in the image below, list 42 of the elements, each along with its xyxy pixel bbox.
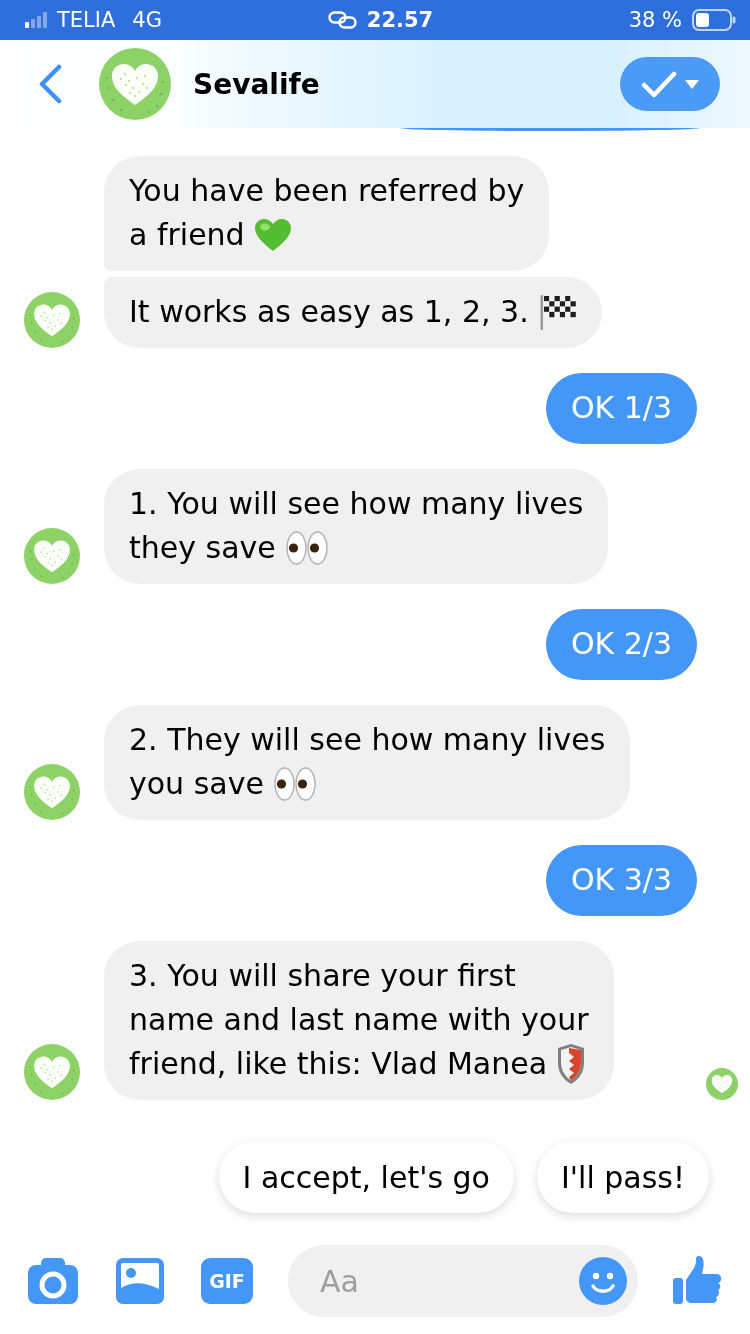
thumbs-up-icon[interactable]	[672, 1256, 722, 1306]
link-icon	[327, 11, 357, 29]
message-text: OK 3/3	[570, 861, 672, 899]
check-icon	[641, 70, 677, 98]
heart-avatar-icon	[24, 764, 80, 820]
message-text: a friend	[129, 216, 245, 254]
message-input-field[interactable]: Aa	[288, 1245, 638, 1317]
message-text: you save	[129, 765, 264, 803]
message-text: they save	[129, 529, 276, 567]
heart-emoji-icon	[254, 218, 291, 252]
message-text: OK 2/3	[570, 625, 672, 663]
battery-icon	[692, 9, 736, 31]
camera-icon[interactable]	[28, 1258, 78, 1304]
quick-reply-button[interactable]: I'll pass!	[537, 1141, 709, 1213]
eyes-icon	[273, 767, 316, 801]
battery-percent: 38 %	[628, 8, 682, 32]
chevron-left-icon[interactable]	[38, 64, 62, 104]
message-text: You have been referred by	[129, 172, 525, 210]
message-text: 3. You will share your first	[129, 957, 516, 995]
message-text: 1. You will see how many lives	[129, 485, 584, 523]
heart-avatar-icon	[24, 528, 80, 584]
message-text: It works as easy as 1, 2, 3.	[129, 293, 529, 331]
heart-avatar-icon	[24, 292, 80, 348]
quick-reply-button[interactable]: I accept, let's go	[218, 1141, 514, 1213]
heart-avatar-icon	[99, 48, 171, 120]
chat-title: Sevalife	[193, 67, 320, 101]
clock-time: 22.57	[366, 8, 434, 32]
message-text: name and last name with your	[129, 1001, 589, 1039]
message-text: OK 1/3	[570, 389, 672, 427]
message-text: friend, like this: Vlad Manea	[129, 1045, 548, 1083]
check-dropdown-button[interactable]	[620, 57, 720, 111]
eyes-icon	[285, 531, 328, 565]
message-text: 2. They will see how many lives	[129, 721, 606, 759]
shield-icon	[557, 1043, 586, 1085]
caret-icon	[685, 79, 699, 89]
image-icon[interactable]	[116, 1258, 164, 1304]
checkered-flag-icon	[538, 293, 577, 331]
heart-avatar-icon	[24, 1044, 80, 1100]
network-type: 4G	[132, 8, 162, 32]
carrier-name: TELIA	[57, 8, 116, 32]
smiley-icon[interactable]	[579, 1257, 627, 1305]
signal-bars-icon	[25, 12, 47, 28]
